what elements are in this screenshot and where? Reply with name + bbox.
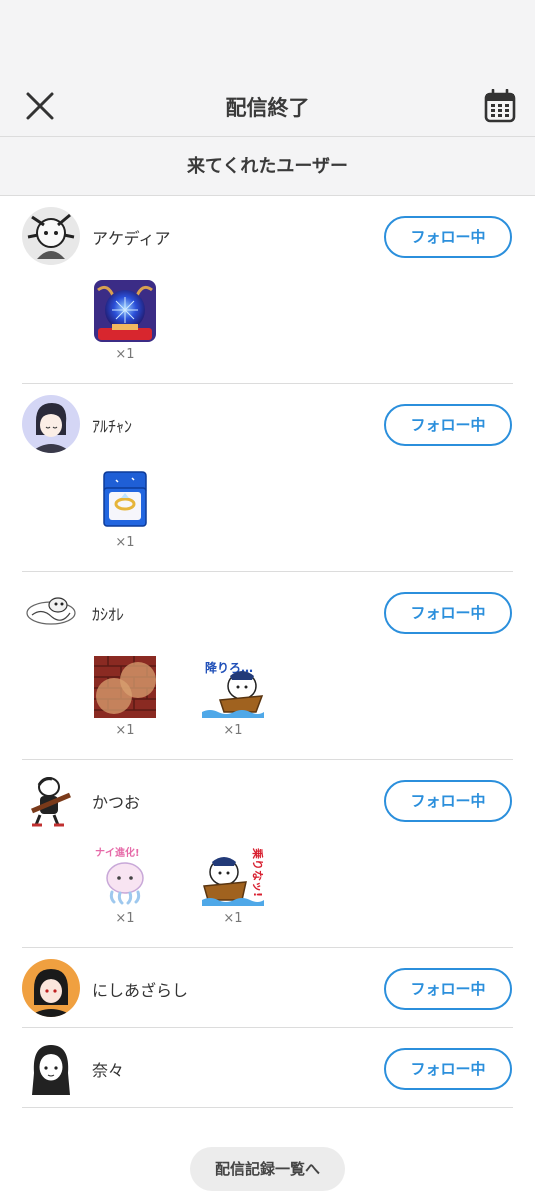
list-item: ｶｼｵﾚ フォロー中 ×1 降りろ… ×1	[22, 572, 513, 760]
avatar[interactable]	[22, 395, 80, 453]
gift-item: ×1	[92, 656, 158, 738]
avatar[interactable]	[22, 207, 80, 265]
calendar-icon[interactable]	[484, 89, 516, 123]
username: ｱﾙﾁｬﾝ	[92, 417, 133, 436]
gift-count: ×1	[115, 347, 135, 362]
username: 奈々	[92, 1061, 125, 1080]
sticker-label: 乗りなッ!	[251, 848, 264, 897]
username: かつお	[92, 793, 141, 812]
gift-count: ×1	[115, 911, 135, 926]
crystal-ball-gift-icon	[94, 280, 156, 342]
sticker-label: ナイ進化!	[95, 846, 140, 859]
jellyfish-sticker-icon: ナイ進化!	[94, 844, 156, 906]
gift-item: ナイ進化! ×1	[92, 844, 158, 926]
gift-count: ×1	[223, 723, 243, 738]
avatar[interactable]	[22, 1039, 80, 1097]
username: ｶｼｵﾚ	[92, 605, 125, 624]
follow-button[interactable]: フォロー中	[384, 592, 512, 634]
gift-item: ×1	[92, 280, 158, 362]
list-item: ｱﾙﾁｬﾝ フォロー中 ×1	[22, 384, 513, 572]
gift-count: ×1	[115, 535, 135, 550]
gift-item: ×1	[92, 468, 158, 550]
avatar[interactable]	[22, 771, 80, 829]
gift-item: 乗りなッ! ×1	[200, 844, 266, 926]
follow-button[interactable]: フォロー中	[384, 404, 512, 446]
page-title: 配信終了	[225, 96, 310, 120]
follow-button[interactable]: フォロー中	[384, 216, 512, 258]
section-title: 来てくれたユーザー	[0, 137, 535, 196]
follow-button[interactable]: フォロー中	[384, 968, 512, 1010]
list-item: アケディア フォロー中 ×1	[22, 196, 513, 384]
top-bar: 配信終了	[0, 0, 535, 137]
gift-count: ×1	[223, 911, 243, 926]
stream-history-button[interactable]: 配信記録一覧へ	[190, 1147, 345, 1191]
list-item: にしあざらし フォロー中	[22, 948, 513, 1028]
boat-seal-sticker-icon: 乗りなッ!	[202, 844, 264, 906]
svg-text:乗りなッ!: 乗りなッ!	[251, 848, 264, 897]
avatar[interactable]	[22, 959, 80, 1017]
username: アケディア	[92, 229, 171, 248]
follow-button[interactable]: フォロー中	[384, 1048, 512, 1090]
avatar[interactable]	[22, 583, 80, 641]
ring-box-gift-icon	[103, 471, 147, 527]
list-item: かつお フォロー中 ナイ進化! ×1 乗りなッ! ×1	[22, 760, 513, 948]
user-list: アケディア フォロー中 ×1 ｱﾙﾁｬﾝ フォロー中 ×1 ｶｼｵﾚ フォロー中…	[0, 196, 535, 1108]
username: にしあざらし	[92, 981, 189, 1000]
follow-button[interactable]: フォロー中	[384, 780, 512, 822]
list-item: 奈々 フォロー中	[22, 1028, 513, 1108]
boat-seal-sticker-icon: 降りろ…	[202, 656, 264, 718]
gift-item: 降りろ… ×1	[200, 656, 266, 738]
gift-count: ×1	[115, 723, 135, 738]
brick-wall-gift-icon	[94, 656, 156, 718]
